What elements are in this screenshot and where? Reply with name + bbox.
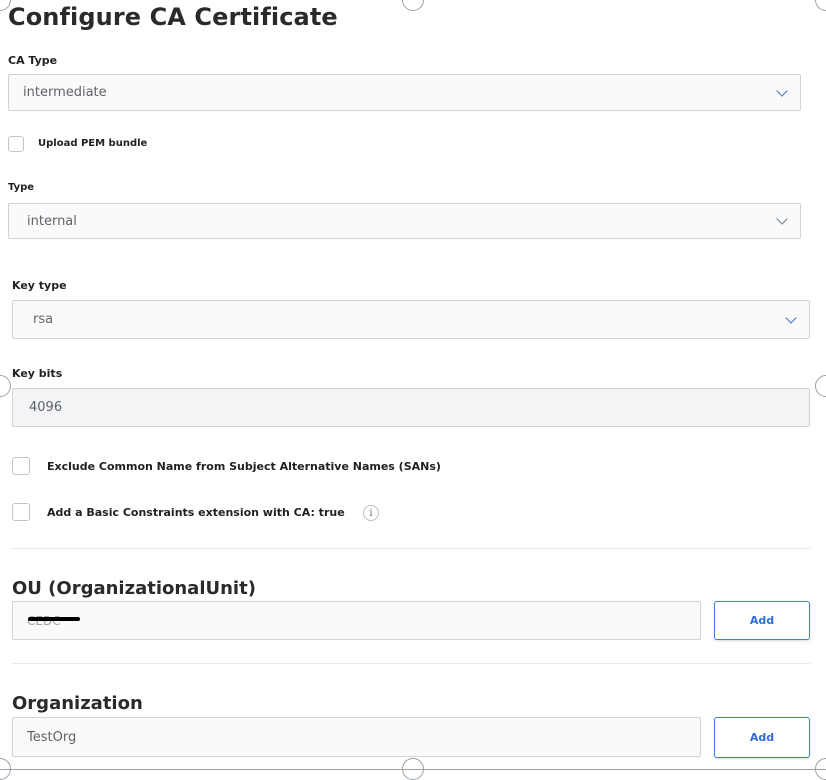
section-divider xyxy=(12,548,810,549)
resize-handle-icon[interactable] xyxy=(0,375,11,397)
selection-frame-edge xyxy=(0,769,826,770)
chevron-down-icon xyxy=(785,311,797,324)
organization-input[interactable]: TestOrg xyxy=(12,717,701,757)
info-icon[interactable]: i xyxy=(363,505,379,521)
key-type-value: rsa xyxy=(33,312,54,327)
exclude-cn-checkbox[interactable] xyxy=(12,457,30,475)
upload-pem-checkbox[interactable] xyxy=(8,136,24,152)
ou-heading: OU (OrganizationalUnit) xyxy=(12,578,256,599)
key-type-select[interactable]: rsa xyxy=(12,300,810,339)
key-type-label: Key type xyxy=(12,279,67,292)
key-bits-label: Key bits xyxy=(12,367,63,380)
key-bits-input[interactable]: 4096 xyxy=(12,388,810,427)
key-bits-value: 4096 xyxy=(29,400,63,415)
resize-handle-icon[interactable] xyxy=(815,0,826,11)
resize-handle-icon[interactable] xyxy=(402,0,424,11)
ca-type-value: intermediate xyxy=(23,85,107,100)
organization-value: TestOrg xyxy=(27,729,77,745)
type-select[interactable]: internal xyxy=(8,203,801,239)
section-divider xyxy=(12,663,810,664)
redaction-bar xyxy=(28,617,80,621)
type-value: internal xyxy=(27,213,77,229)
ca-type-label: CA Type xyxy=(8,54,58,67)
resize-handle-icon[interactable] xyxy=(815,375,826,397)
upload-pem-label: Upload PEM bundle xyxy=(38,138,148,149)
ca-type-select[interactable]: intermediate xyxy=(8,74,801,111)
exclude-cn-label: Exclude Common Name from Subject Alterna… xyxy=(47,460,441,473)
ou-input[interactable]: CEDC xyxy=(12,601,701,640)
chevron-down-icon xyxy=(776,84,788,97)
organization-add-button[interactable]: Add xyxy=(714,717,810,758)
type-label: Type xyxy=(8,182,35,193)
chevron-down-icon xyxy=(776,213,788,225)
organization-heading: Organization xyxy=(12,693,143,714)
ou-add-button[interactable]: Add xyxy=(714,601,810,640)
basic-constraints-checkbox[interactable] xyxy=(12,503,30,521)
basic-constraints-label: Add a Basic Constraints extension with C… xyxy=(47,506,345,519)
page-title: Configure CA Certificate xyxy=(8,3,338,31)
